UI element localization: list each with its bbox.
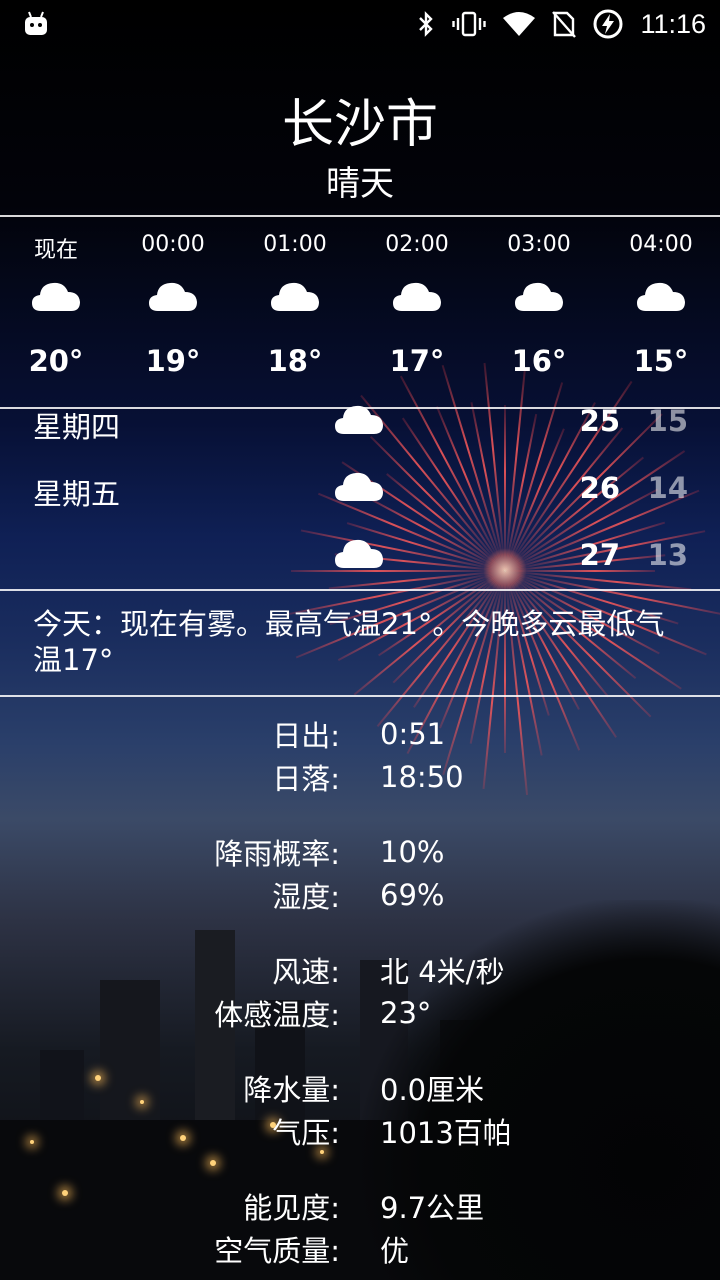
cloud-icon [362, 270, 472, 322]
day-low-temp: 14 [647, 471, 688, 505]
status-bar: 11:16 [0, 0, 720, 48]
current-condition: 晴天 [326, 164, 394, 204]
detail-label: 能见度: [243, 1190, 340, 1225]
day-name: 星期五 [33, 477, 121, 511]
detail-value: 1013百帕 [380, 1115, 512, 1150]
detail-row: 体感温度: 23° [0, 991, 720, 1034]
cloud-icon [334, 469, 384, 507]
hourly-item: 现在 20° [1, 220, 111, 378]
hour-temperature: 15° [633, 344, 689, 378]
cloud-icon [334, 402, 384, 440]
divider [0, 695, 720, 697]
detail-value: 0:51 [380, 716, 446, 751]
detail-value: 23° [380, 995, 432, 1030]
detail-row: 气压: 1013百帕 [0, 1109, 720, 1152]
day-high-temp: 26 [579, 471, 620, 505]
cloud-icon [334, 536, 384, 574]
hourly-item: 04:00 15° [606, 220, 716, 378]
detail-value: 18:50 [380, 759, 464, 794]
clock-time: 11:16 [640, 8, 706, 39]
detail-group: 降水量: 0.0厘米气压: 1013百帕 [0, 1066, 720, 1152]
day-low-temp: 13 [647, 538, 688, 572]
weather-details: 日出: 0:51 日落: 18:50 降雨概率: 10% 湿度: 69% 风速: 北 4米/秒 体感… [0, 712, 720, 1280]
detail-value: 9.7公里 [380, 1190, 485, 1225]
no-sim-icon [552, 10, 577, 38]
detail-label: 日出: [272, 718, 340, 753]
detail-row: 空气质量: 优 [0, 1227, 720, 1270]
hour-temperature: 19° [145, 344, 201, 378]
hourly-item: 00:00 19° [118, 220, 228, 378]
day-name: 星期四 [33, 410, 121, 444]
hour-temperature: 18° [267, 344, 323, 378]
hourly-item: 03:00 16° [484, 220, 594, 378]
daily-row: 27 13 [0, 526, 720, 586]
detail-label: 风速: [272, 954, 340, 989]
detail-label: 降水量: [243, 1072, 340, 1107]
detail-row: 日出: 0:51 [0, 712, 720, 755]
divider [0, 215, 720, 217]
daily-forecast[interactable]: 星期四 25 15 星期五 26 14 27 13 [0, 392, 720, 588]
detail-label: 降雨概率: [214, 836, 340, 871]
detail-group: 降雨概率: 10% 湿度: 69% [0, 830, 720, 916]
cloud-icon [484, 270, 594, 322]
daily-row: 星期五 26 14 [0, 459, 720, 519]
cloud-icon [1, 270, 111, 322]
detail-label: 体感温度: [214, 997, 340, 1032]
detail-row: 能见度: 9.7公里 [0, 1184, 720, 1227]
hour-label: 02:00 [385, 232, 449, 257]
day-low-temp: 15 [647, 404, 688, 438]
vibrate-icon [452, 10, 487, 38]
hour-label: 01:00 [263, 232, 327, 257]
divider [0, 589, 720, 591]
hour-label: 04:00 [629, 232, 693, 257]
hourly-forecast[interactable]: 现在 20° 00:00 19° 01:00 18° 02:00 17° 03:00 16° 04:… [0, 220, 720, 408]
detail-label: 日落: [272, 761, 340, 796]
detail-row: 降雨概率: 10% [0, 830, 720, 873]
detail-row: 湿度: 69% [0, 873, 720, 916]
detail-value: 69% [380, 877, 445, 912]
detail-label: 湿度: [272, 879, 340, 914]
hour-temperature: 20° [28, 344, 84, 378]
weather-summary: 今天：现在有雾。最高气温21°。今晚多云最低气温17° [33, 607, 665, 677]
hour-temperature: 16° [511, 344, 567, 378]
hour-label: 00:00 [141, 232, 205, 257]
detail-group: 风速: 北 4米/秒体感温度: 23° [0, 948, 720, 1034]
battery-charging-icon [592, 8, 624, 40]
hourly-item: 01:00 18° [240, 220, 350, 378]
daily-row: 星期四 25 15 [0, 392, 720, 452]
wifi-icon [502, 11, 536, 37]
detail-group: 日出: 0:51 日落: 18:50 [0, 712, 720, 798]
detail-value: 北 4米/秒 [380, 954, 505, 989]
day-high-temp: 27 [579, 538, 620, 572]
bluetooth-icon [416, 10, 436, 38]
hour-temperature: 17° [389, 344, 445, 378]
detail-row: 降水量: 0.0厘米 [0, 1066, 720, 1109]
detail-row: 日落: 18:50 [0, 755, 720, 798]
detail-label: 气压: [272, 1115, 340, 1150]
day-high-temp: 25 [579, 404, 620, 438]
cloud-icon [240, 270, 350, 322]
hourly-item: 02:00 17° [362, 220, 472, 378]
detail-value: 优 [380, 1233, 410, 1268]
detail-label: 空气质量: [214, 1233, 340, 1268]
detail-row: 风速: 北 4米/秒 [0, 948, 720, 991]
cloud-icon [118, 270, 228, 322]
city-name[interactable]: 长沙市 [0, 82, 720, 157]
android-icon [22, 11, 50, 37]
detail-value: 10% [380, 834, 445, 869]
detail-group: 能见度: 9.7公里空气质量: 优 [0, 1184, 720, 1270]
hour-label: 现在 [33, 238, 78, 263]
hour-label: 03:00 [507, 232, 571, 257]
cloud-icon [606, 270, 716, 322]
detail-value: 0.0厘米 [380, 1072, 485, 1107]
